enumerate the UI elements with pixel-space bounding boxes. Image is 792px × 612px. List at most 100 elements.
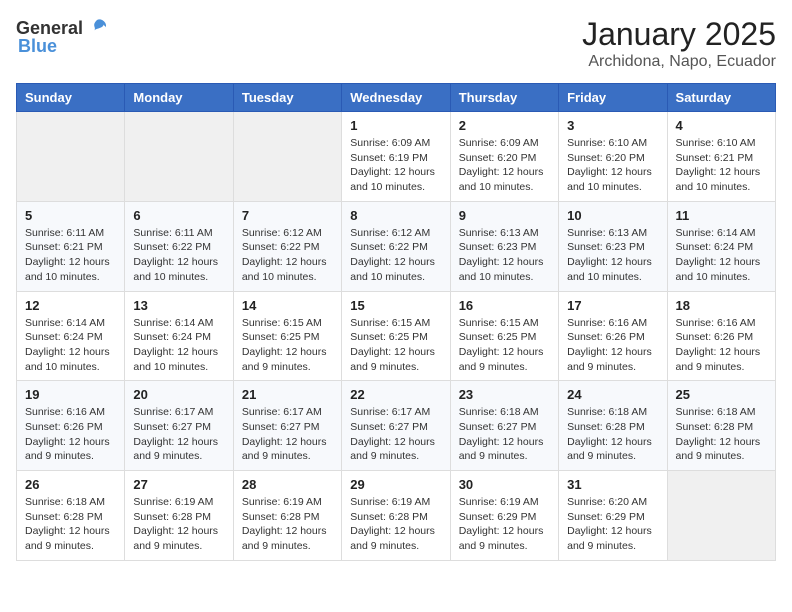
day-number: 2 (459, 118, 550, 133)
day-number: 25 (676, 387, 767, 402)
day-cell: 25 Sunrise: 6:18 AM Sunset: 6:28 PM Dayli… (667, 381, 775, 471)
day-info: Sunrise: 6:19 AM Sunset: 6:28 PM Dayligh… (350, 495, 441, 554)
day-number: 1 (350, 118, 441, 133)
day-info: Sunrise: 6:19 AM Sunset: 6:28 PM Dayligh… (133, 495, 224, 554)
day-number: 6 (133, 208, 224, 223)
day-cell: 30Sunrise: 6:19 AM Sunset: 6:29 PM Dayli… (450, 471, 558, 561)
day-number: 10 (567, 208, 658, 223)
day-info: Sunrise: 6:17 AM Sunset: 6:27 PM Dayligh… (242, 405, 333, 464)
weekday-header-thursday: Thursday (450, 84, 558, 112)
day-number: 30 (459, 477, 550, 492)
day-info: Sunrise: 6:17 AM Sunset: 6:27 PM Dayligh… (350, 405, 441, 464)
logo: General Blue (16, 16, 109, 57)
day-number: 8 (350, 208, 441, 223)
day-info: Sunrise: 6:16 AM Sunset: 6:26 PM Dayligh… (25, 405, 116, 464)
day-cell: 28 Sunrise: 6:19 AM Sunset: 6:28 PM Dayli… (233, 471, 341, 561)
day-info: Sunrise: 6:18 AM Sunset: 6:27 PM Dayligh… (459, 405, 550, 464)
day-info: Sunrise: 6:13 AM Sunset: 6:23 PM Dayligh… (567, 226, 658, 285)
day-info: Sunrise: 6:18 AM Sunset: 6:28 PM Dayligh… (25, 495, 116, 554)
day-number: 19 (25, 387, 116, 402)
day-number: 5 (25, 208, 116, 223)
week-row-2: 5 Sunrise: 6:11 AM Sunset: 6:21 PM Daylig… (17, 201, 776, 291)
day-cell: 3Sunrise: 6:10 AM Sunset: 6:20 PM Daylig… (559, 112, 667, 202)
week-row-3: 12Sunrise: 6:14 AM Sunset: 6:24 PM Dayli… (17, 291, 776, 381)
day-info: Sunrise: 6:16 AM Sunset: 6:26 PM Dayligh… (676, 316, 767, 375)
day-info: Sunrise: 6:14 AM Sunset: 6:24 PM Dayligh… (133, 316, 224, 375)
day-number: 7 (242, 208, 333, 223)
day-number: 20 (133, 387, 224, 402)
day-info: Sunrise: 6:20 AM Sunset: 6:29 PM Dayligh… (567, 495, 658, 554)
day-info: Sunrise: 6:15 AM Sunset: 6:25 PM Dayligh… (459, 316, 550, 375)
day-cell: 5 Sunrise: 6:11 AM Sunset: 6:21 PM Daylig… (17, 201, 125, 291)
day-cell: 22 Sunrise: 6:17 AM Sunset: 6:27 PM Dayli… (342, 381, 450, 471)
day-number: 22 (350, 387, 441, 402)
week-row-4: 19 Sunrise: 6:16 AM Sunset: 6:26 PM Dayli… (17, 381, 776, 471)
day-number: 31 (567, 477, 658, 492)
day-number: 28 (242, 477, 333, 492)
day-cell: 31 Sunrise: 6:20 AM Sunset: 6:29 PM Dayli… (559, 471, 667, 561)
day-cell: 18 Sunrise: 6:16 AM Sunset: 6:26 PM Dayli… (667, 291, 775, 381)
day-cell: 17 Sunrise: 6:16 AM Sunset: 6:26 PM Dayli… (559, 291, 667, 381)
day-number: 13 (133, 298, 224, 313)
weekday-header-saturday: Saturday (667, 84, 775, 112)
day-cell: 6 Sunrise: 6:11 AM Sunset: 6:22 PM Daylig… (125, 201, 233, 291)
day-cell: 4 Sunrise: 6:10 AM Sunset: 6:21 PM Daylig… (667, 112, 775, 202)
day-cell: 7Sunrise: 6:12 AM Sunset: 6:22 PM Daylig… (233, 201, 341, 291)
day-cell: 27Sunrise: 6:19 AM Sunset: 6:28 PM Dayli… (125, 471, 233, 561)
day-info: Sunrise: 6:14 AM Sunset: 6:24 PM Dayligh… (676, 226, 767, 285)
day-info: Sunrise: 6:18 AM Sunset: 6:28 PM Dayligh… (567, 405, 658, 464)
day-number: 11 (676, 208, 767, 223)
day-number: 14 (242, 298, 333, 313)
day-cell: 29 Sunrise: 6:19 AM Sunset: 6:28 PM Dayli… (342, 471, 450, 561)
day-cell: 26 Sunrise: 6:18 AM Sunset: 6:28 PM Dayli… (17, 471, 125, 561)
day-cell: 19 Sunrise: 6:16 AM Sunset: 6:26 PM Dayli… (17, 381, 125, 471)
main-title: January 2025 (582, 16, 776, 53)
day-info: Sunrise: 6:14 AM Sunset: 6:24 PM Dayligh… (25, 316, 116, 375)
day-info: Sunrise: 6:09 AM Sunset: 6:19 PM Dayligh… (350, 136, 441, 195)
day-info: Sunrise: 6:10 AM Sunset: 6:20 PM Dayligh… (567, 136, 658, 195)
day-cell: 2 Sunrise: 6:09 AM Sunset: 6:20 PM Daylig… (450, 112, 558, 202)
weekday-header-friday: Friday (559, 84, 667, 112)
day-number: 15 (350, 298, 441, 313)
week-row-1: 1 Sunrise: 6:09 AM Sunset: 6:19 PM Daylig… (17, 112, 776, 202)
day-number: 26 (25, 477, 116, 492)
day-info: Sunrise: 6:19 AM Sunset: 6:28 PM Dayligh… (242, 495, 333, 554)
logo-text-blue: Blue (18, 36, 57, 57)
calendar-table: SundayMondayTuesdayWednesdayThursdayFrid… (16, 83, 776, 561)
weekday-header-monday: Monday (125, 84, 233, 112)
day-cell (667, 471, 775, 561)
day-cell: 11 Sunrise: 6:14 AM Sunset: 6:24 PM Dayli… (667, 201, 775, 291)
day-info: Sunrise: 6:18 AM Sunset: 6:28 PM Dayligh… (676, 405, 767, 464)
day-info: Sunrise: 6:15 AM Sunset: 6:25 PM Dayligh… (350, 316, 441, 375)
day-number: 17 (567, 298, 658, 313)
day-cell: 24Sunrise: 6:18 AM Sunset: 6:28 PM Dayli… (559, 381, 667, 471)
day-number: 23 (459, 387, 550, 402)
day-cell: 15 Sunrise: 6:15 AM Sunset: 6:25 PM Dayli… (342, 291, 450, 381)
week-row-5: 26 Sunrise: 6:18 AM Sunset: 6:28 PM Dayli… (17, 471, 776, 561)
day-cell (125, 112, 233, 202)
day-info: Sunrise: 6:15 AM Sunset: 6:25 PM Dayligh… (242, 316, 333, 375)
day-number: 29 (350, 477, 441, 492)
day-number: 4 (676, 118, 767, 133)
day-number: 21 (242, 387, 333, 402)
subtitle: Archidona, Napo, Ecuador (582, 53, 776, 71)
day-cell: 10 Sunrise: 6:13 AM Sunset: 6:23 PM Dayli… (559, 201, 667, 291)
day-info: Sunrise: 6:10 AM Sunset: 6:21 PM Dayligh… (676, 136, 767, 195)
day-cell (17, 112, 125, 202)
day-info: Sunrise: 6:11 AM Sunset: 6:22 PM Dayligh… (133, 226, 224, 285)
day-cell: 21 Sunrise: 6:17 AM Sunset: 6:27 PM Dayli… (233, 381, 341, 471)
day-cell (233, 112, 341, 202)
day-cell: 1 Sunrise: 6:09 AM Sunset: 6:19 PM Daylig… (342, 112, 450, 202)
day-info: Sunrise: 6:11 AM Sunset: 6:21 PM Dayligh… (25, 226, 116, 285)
day-info: Sunrise: 6:13 AM Sunset: 6:23 PM Dayligh… (459, 226, 550, 285)
day-number: 9 (459, 208, 550, 223)
logo-bird-icon (85, 16, 109, 40)
day-info: Sunrise: 6:17 AM Sunset: 6:27 PM Dayligh… (133, 405, 224, 464)
day-cell: 14 Sunrise: 6:15 AM Sunset: 6:25 PM Dayli… (233, 291, 341, 381)
weekday-header-tuesday: Tuesday (233, 84, 341, 112)
day-cell: 13 Sunrise: 6:14 AM Sunset: 6:24 PM Dayli… (125, 291, 233, 381)
day-info: Sunrise: 6:09 AM Sunset: 6:20 PM Dayligh… (459, 136, 550, 195)
day-cell: 9 Sunrise: 6:13 AM Sunset: 6:23 PM Daylig… (450, 201, 558, 291)
day-info: Sunrise: 6:16 AM Sunset: 6:26 PM Dayligh… (567, 316, 658, 375)
day-number: 18 (676, 298, 767, 313)
